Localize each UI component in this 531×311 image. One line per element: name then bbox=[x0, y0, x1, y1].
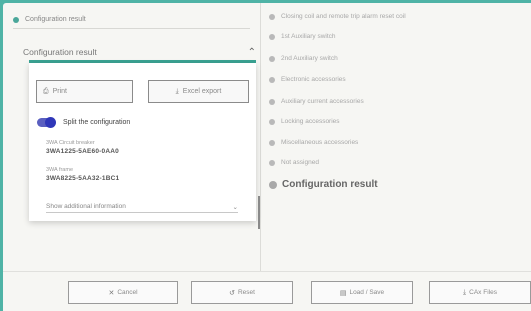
left-column: Configuration result Configuration resul… bbox=[3, 3, 261, 271]
bullet-icon bbox=[269, 33, 275, 40]
nav-item-label: Configuration result bbox=[282, 179, 378, 190]
nav-item-label: 2nd Auxiliary switch bbox=[281, 55, 338, 62]
nav-item[interactable]: 2nd Auxiliary switch bbox=[269, 55, 338, 62]
bullet-icon bbox=[269, 13, 275, 20]
component-item: 3WA frame 3WA8225-5AA32-1BC1 bbox=[46, 167, 119, 182]
nav-item[interactable]: Electronic accessories bbox=[269, 76, 346, 83]
bullet-icon bbox=[269, 98, 275, 105]
component-label: 3WA frame bbox=[46, 167, 73, 173]
bullet-icon bbox=[269, 159, 275, 166]
accordion-title: Configuration result bbox=[23, 47, 97, 57]
excel-export-button[interactable]: ⤓ Excel export bbox=[148, 80, 249, 103]
excel-export-label: Excel export bbox=[182, 88, 222, 95]
result-panel: ⎙ Print ⤓ Excel export Split the configu… bbox=[29, 63, 256, 221]
nav-item-label: Electronic accessories bbox=[281, 76, 346, 83]
show-additional-info-label: Show additional information bbox=[46, 203, 126, 210]
accordion-header[interactable]: Configuration result ⌃ bbox=[23, 43, 256, 61]
nav-item-active[interactable]: Configuration result bbox=[269, 179, 378, 190]
bullet-icon bbox=[269, 180, 277, 189]
chevron-down-icon: ⌄ bbox=[232, 203, 238, 211]
nav-item-label: Miscellaneous accessories bbox=[281, 139, 359, 146]
split-configuration-row: Split the configuration bbox=[37, 117, 131, 128]
component-label: 3WA Circuit breaker bbox=[46, 140, 95, 146]
print-button[interactable]: ⎙ Print bbox=[36, 80, 133, 103]
reset-label: Reset bbox=[237, 289, 255, 296]
download-icon: ⤓ bbox=[463, 288, 467, 296]
bullet-icon bbox=[269, 55, 275, 62]
nav-item[interactable]: Auxiliary current accessories bbox=[269, 98, 364, 105]
navigation-list: Closing coil and remote trip alarm reset… bbox=[263, 3, 531, 271]
component-code: 3WA8225-5AA32-1BC1 bbox=[46, 175, 120, 182]
reset-button[interactable]: ↺ Reset bbox=[191, 281, 293, 304]
section-header[interactable]: Configuration result bbox=[13, 11, 250, 29]
nav-item[interactable]: Closing coil and remote trip alarm reset… bbox=[269, 13, 406, 20]
file-icon: ▤ bbox=[339, 289, 347, 297]
split-configuration-toggle[interactable] bbox=[37, 117, 56, 128]
component-item: 3WA Circuit breaker 3WA1225-5AE60-0AA0 bbox=[46, 140, 119, 155]
load-save-button[interactable]: ▤ Load / Save bbox=[311, 281, 413, 304]
bullet-icon bbox=[269, 139, 275, 146]
print-icon: ⎙ bbox=[43, 87, 49, 95]
nav-item-label: Not assigned bbox=[281, 159, 319, 166]
close-icon: ✕ bbox=[108, 289, 115, 297]
cancel-label: Cancel bbox=[117, 289, 138, 296]
scrollbar-thumb[interactable] bbox=[258, 196, 260, 229]
show-additional-info-dropdown[interactable]: Show additional information ⌄ bbox=[46, 201, 238, 213]
cax-files-button[interactable]: ⤓ CAx Files bbox=[429, 281, 531, 304]
status-dot-icon bbox=[13, 16, 19, 23]
app-window: Configuration result Configuration resul… bbox=[3, 3, 531, 311]
bullet-icon bbox=[269, 118, 275, 125]
nav-item[interactable]: Miscellaneous accessories bbox=[269, 139, 358, 146]
download-icon: ⤓ bbox=[175, 87, 179, 95]
nav-item-label: Closing coil and remote trip alarm reset… bbox=[281, 13, 406, 20]
print-label: Print bbox=[52, 88, 68, 95]
nav-item-label: 1st Auxiliary switch bbox=[281, 33, 336, 40]
nav-item[interactable]: Not assigned bbox=[269, 159, 319, 166]
section-header-label: Configuration result bbox=[25, 16, 86, 23]
cancel-button[interactable]: ✕ Cancel bbox=[68, 281, 178, 304]
load-save-label: Load / Save bbox=[349, 289, 385, 296]
nav-item[interactable]: 1st Auxiliary switch bbox=[269, 33, 336, 40]
chevron-up-icon[interactable]: ⌃ bbox=[248, 47, 256, 58]
footer-toolbar: ✕ Cancel ↺ Reset ▤ Load / Save ⤓ CAx Fil… bbox=[3, 271, 531, 311]
reset-icon: ↺ bbox=[229, 289, 235, 297]
component-code: 3WA1225-5AE60-0AA0 bbox=[46, 148, 119, 155]
nav-item-label: Locking accessories bbox=[281, 118, 340, 125]
cax-files-label: CAx Files bbox=[469, 289, 497, 296]
nav-item-label: Auxiliary current accessories bbox=[281, 98, 364, 105]
nav-item[interactable]: Locking accessories bbox=[269, 118, 340, 125]
split-configuration-label: Split the configuration bbox=[63, 119, 131, 126]
bullet-icon bbox=[269, 76, 275, 83]
